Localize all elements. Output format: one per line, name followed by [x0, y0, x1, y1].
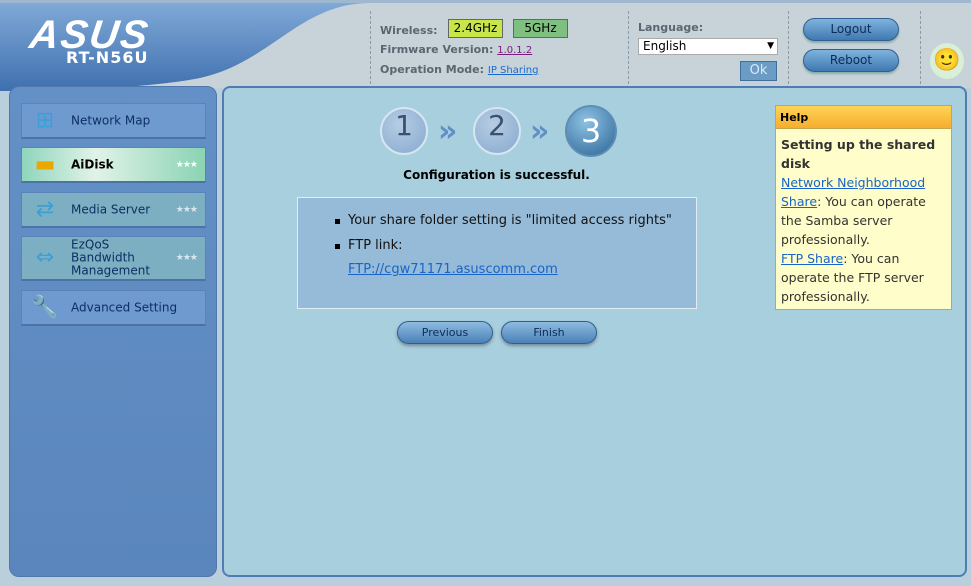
firmware-link[interactable]: 1.0.1.2	[497, 45, 532, 56]
finish-button[interactable]: Finish	[501, 321, 597, 344]
logout-button[interactable]: Logout	[803, 18, 899, 41]
result-box: Your share folder setting is "limited ac…	[297, 197, 697, 309]
model-name: RT-N56U	[66, 48, 149, 67]
help-panel: Help Setting up the shared disk Network …	[775, 105, 952, 310]
stars-icon: ★★★	[175, 204, 198, 215]
band-5ghz-button[interactable]: 5GHz	[513, 19, 568, 38]
sidebar-item-ezqos[interactable]: ⇔ EzQoS Bandwidth Management ★★★	[21, 236, 206, 281]
firmware-label: Firmware Version:	[380, 43, 494, 56]
language-select[interactable]: English ▼	[638, 38, 778, 55]
help-title: Help	[776, 106, 951, 129]
language-label: Language:	[638, 21, 704, 34]
sidebar-item-label: EzQoS Bandwidth Management	[71, 237, 151, 278]
sidebar-item-label: Media Server	[71, 202, 151, 216]
share-setting-text: Your share folder setting is "limited ac…	[335, 213, 672, 228]
step-3-current: 3	[565, 105, 617, 157]
stars-icon: ★★★	[175, 159, 198, 170]
ftp-share-link[interactable]: FTP Share	[781, 251, 843, 266]
media-server-icon: ⇄	[35, 196, 55, 222]
help-heading: Setting up the shared disk	[781, 137, 936, 171]
step-1: 1	[380, 107, 428, 155]
sidebar-item-advanced-setting[interactable]: 🔧 Advanced Setting	[21, 290, 206, 326]
sidebar-item-media-server[interactable]: ⇄ Media Server ★★★	[21, 192, 206, 228]
ftp-link-label: FTP link:	[335, 238, 403, 253]
wireless-label: Wireless:	[380, 24, 438, 37]
sidebar-item-label: AiDisk	[71, 157, 114, 171]
language-value: English	[643, 39, 687, 53]
band-24ghz-button[interactable]: 2.4GHz	[448, 19, 503, 38]
chevron-right-icon: »	[530, 114, 550, 149]
dropdown-arrow-icon: ▼	[767, 41, 774, 51]
header: ASUS RT-N56U Wireless: 2.4GHz 5GHz Firmw…	[0, 0, 971, 88]
step-2: 2	[473, 107, 521, 155]
aidisk-icon: ▬	[34, 151, 56, 177]
opmode-label: Operation Mode:	[380, 63, 485, 76]
opmode-link[interactable]: IP Sharing	[488, 65, 539, 76]
ftp-link[interactable]: FTP://cgw71171.asuscomm.com	[348, 262, 558, 277]
stars-icon: ★★★	[175, 253, 198, 263]
chevron-right-icon: »	[438, 114, 458, 149]
language-ok-button[interactable]: Ok	[740, 61, 777, 81]
previous-button[interactable]: Previous	[397, 321, 493, 344]
sidebar-item-label: Advanced Setting	[71, 300, 178, 314]
sidebar-item-aidisk[interactable]: ▬ AiDisk ★★★	[21, 147, 206, 183]
status-message: Configuration is successful.	[403, 168, 590, 182]
ezqos-icon: ⇔	[35, 245, 55, 270]
sidebar-item-label: Network Map	[71, 113, 151, 127]
wrench-screwdriver-icon: 🔧	[31, 294, 59, 320]
mascot-avatar-icon: 🙂	[930, 43, 964, 79]
sidebar-item-network-map[interactable]: ⊞ Network Map	[21, 103, 206, 139]
network-map-icon: ⊞	[35, 107, 55, 133]
reboot-button[interactable]: Reboot	[803, 49, 899, 72]
